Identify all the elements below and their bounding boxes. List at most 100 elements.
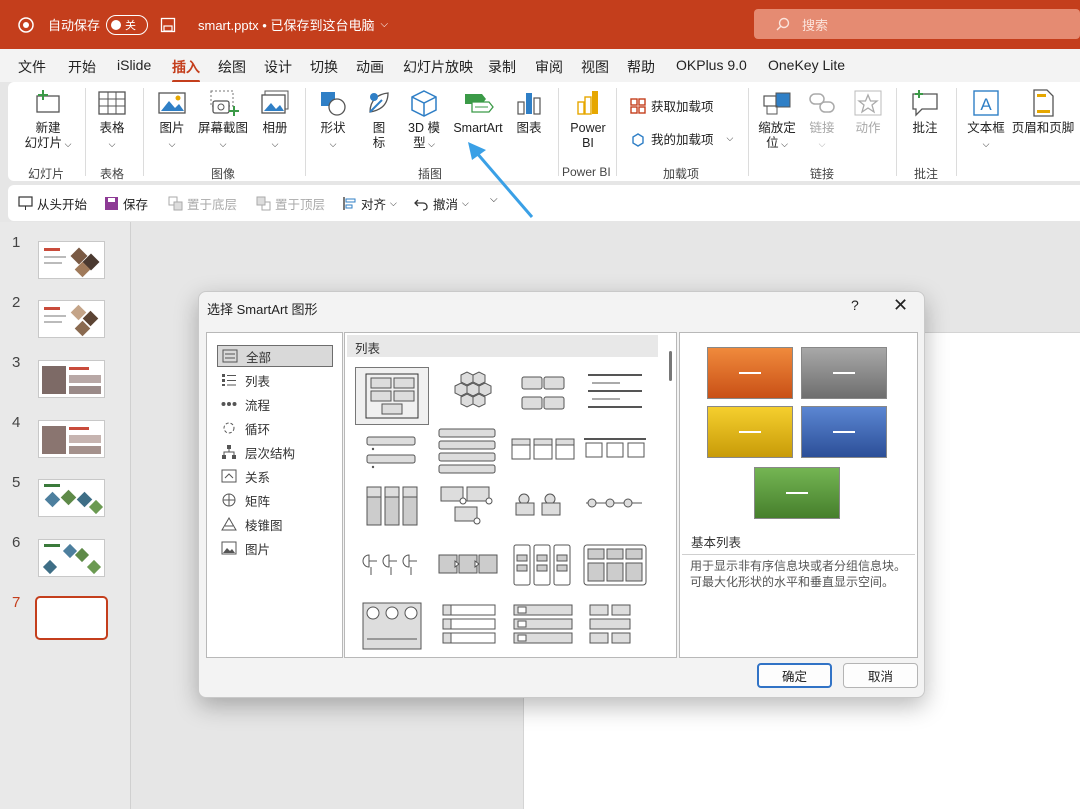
gallery-item-dot-process[interactable] (580, 483, 650, 537)
slide-thumbnail-6[interactable] (38, 539, 105, 577)
action-button[interactable]: 动作 (850, 88, 886, 136)
chart-button[interactable]: 图表 (511, 88, 547, 136)
category-matrix[interactable]: 矩阵 (217, 489, 333, 511)
picture-button[interactable]: 图片 ⌵ (153, 88, 191, 152)
gallery-item-basic-list[interactable] (355, 367, 429, 425)
tab-record[interactable]: 录制 (488, 57, 516, 77)
table-button[interactable]: 表格 ⌵ (92, 88, 132, 152)
album-button[interactable]: 相册 ⌵ (256, 88, 294, 152)
icons-button[interactable]: 图 标 (360, 88, 398, 151)
tab-file[interactable]: 文件 (18, 57, 46, 77)
tab-animations[interactable]: 动画 (356, 57, 384, 77)
tab-slideshow[interactable]: 幻灯片放映 (403, 57, 473, 77)
gallery-item-hexagon[interactable] (435, 367, 505, 421)
customize-qat-icon[interactable]: ⌵ (490, 194, 498, 205)
slide-thumbnail-2[interactable] (38, 300, 105, 338)
comment-button[interactable]: 批注 (906, 88, 944, 136)
my-addins-button[interactable]: 我的加载项 ⌵ (630, 129, 733, 148)
picture-icon (221, 541, 237, 555)
preview-shape-blue (801, 406, 887, 458)
gallery-item-arrow-list[interactable] (355, 599, 425, 653)
gallery-item-stacked-list[interactable] (435, 425, 505, 479)
process-icon (221, 402, 237, 406)
tab-view[interactable]: 视图 (581, 57, 609, 77)
tab-islide[interactable]: iSlide (117, 57, 151, 73)
category-label: 层次结构 (245, 446, 296, 461)
tab-transitions[interactable]: 切换 (310, 57, 338, 77)
tab-draw[interactable]: 绘图 (218, 57, 246, 77)
gallery-item-grid-list[interactable] (580, 541, 650, 595)
gallery-item-lined-list[interactable] (580, 367, 650, 421)
screenshot-button[interactable]: 屏幕截图 ⌵ (196, 88, 250, 152)
gallery-item-bullet-list[interactable] (355, 425, 425, 479)
tab-review[interactable]: 审阅 (535, 57, 563, 77)
category-all[interactable]: 全部 (217, 345, 333, 367)
powerbi-icon (577, 91, 598, 115)
3d-model-button[interactable]: 3D 模 型 ⌵ (404, 88, 444, 152)
all-icon (222, 349, 238, 363)
textbox-button[interactable]: A 文本框 ⌵ (964, 88, 1008, 152)
align-button[interactable]: 对齐 ⌵ (342, 194, 397, 213)
slide-thumbnail-5[interactable] (38, 479, 105, 517)
slide-thumbnail-1[interactable] (38, 241, 105, 279)
shapes-button[interactable]: 形状 ⌵ (314, 88, 352, 152)
tab-okplus[interactable]: OKPlus 9.0 (676, 57, 747, 73)
get-addins-button[interactable]: 获取加载项 (630, 96, 714, 115)
tab-home[interactable]: 开始 (68, 57, 96, 77)
zoom-button[interactable]: 缩放定 位 ⌵ (756, 88, 798, 152)
qat-save-button[interactable]: 保存 (104, 194, 148, 213)
header-footer-button[interactable]: 页眉和页脚 (1010, 88, 1076, 136)
bring-to-front-button[interactable]: 置于顶层 (256, 194, 325, 213)
ok-button[interactable]: 确定 (757, 663, 832, 688)
smartart-gallery: 列表 (344, 332, 677, 658)
category-list: 全部 列表 流程 循环 层次结构 关系 矩阵 棱锥图 图片 (206, 332, 343, 658)
powerbi-button[interactable]: Power BI (566, 88, 610, 151)
save-icon[interactable] (160, 0, 176, 49)
undo-button[interactable]: 撤消 ⌵ (414, 194, 469, 213)
slide-thumbnail-3[interactable] (38, 360, 105, 398)
category-list-type[interactable]: 列表 (217, 369, 333, 391)
tab-design[interactable]: 设计 (264, 57, 292, 77)
icons-label: 图 标 (372, 121, 386, 150)
gallery-item-grouped-list[interactable] (508, 367, 578, 421)
send-to-back-button[interactable]: 置于底层 (168, 194, 237, 213)
gallery-scrollbar[interactable] (669, 351, 672, 381)
category-cycle[interactable]: 循环 (217, 417, 333, 439)
gallery-item-table-list[interactable] (508, 425, 578, 479)
category-label: 图片 (245, 542, 271, 557)
gallery-item-vertical-bullet[interactable] (355, 483, 425, 537)
search-box[interactable]: 搜索 (754, 9, 1080, 39)
gallery-item-horizontal-bullet[interactable] (580, 425, 650, 479)
tab-insert[interactable]: 插入 (172, 57, 200, 83)
new-slide-button[interactable]: 新建 幻灯片 ⌵ (18, 88, 78, 152)
3d-model-label: 3D 模 型 (408, 121, 440, 150)
tab-help[interactable]: 帮助 (627, 57, 655, 77)
category-pyramid[interactable]: 棱锥图 (217, 513, 333, 535)
tab-onekey[interactable]: OneKey Lite (768, 57, 845, 73)
autosave-toggle[interactable]: 关 (106, 0, 148, 49)
gallery-item-brick-list[interactable] (580, 599, 650, 653)
slide-thumbnail-4[interactable] (38, 420, 105, 458)
gallery-item-chevron-list[interactable] (435, 541, 505, 595)
smartart-button[interactable]: SmartArt (448, 88, 508, 136)
link-label: 链接 (809, 121, 835, 135)
category-picture[interactable]: 图片 (217, 537, 333, 559)
help-icon[interactable]: ? (851, 297, 859, 313)
slide-thumbnail-pane: 1 2 3 4 5 6 7 (0, 222, 131, 809)
from-start-button[interactable]: 从头开始 (18, 194, 87, 213)
gallery-item-circle-list[interactable] (508, 483, 578, 537)
category-process[interactable]: 流程 (217, 393, 333, 415)
file-title[interactable]: smart.pptx • 已保存到这台电脑 ⌵ (198, 0, 388, 49)
gallery-item-picture-caption[interactable] (435, 483, 505, 537)
gallery-item-pillar-list[interactable] (508, 599, 578, 653)
category-hierarchy[interactable]: 层次结构 (217, 441, 333, 463)
link-button[interactable]: 链接 ⌵ (804, 88, 840, 152)
header-footer-icon (1033, 89, 1054, 117)
gallery-item-block-list[interactable] (508, 541, 578, 595)
slide-thumbnail-7[interactable] (35, 596, 108, 640)
gallery-item-half-circle[interactable] (355, 541, 425, 595)
gallery-item-tab-list[interactable] (435, 599, 505, 653)
category-relationship[interactable]: 关系 (217, 465, 333, 487)
cancel-button[interactable]: 取消 (843, 663, 918, 688)
close-icon[interactable]: ✕ (893, 295, 908, 316)
